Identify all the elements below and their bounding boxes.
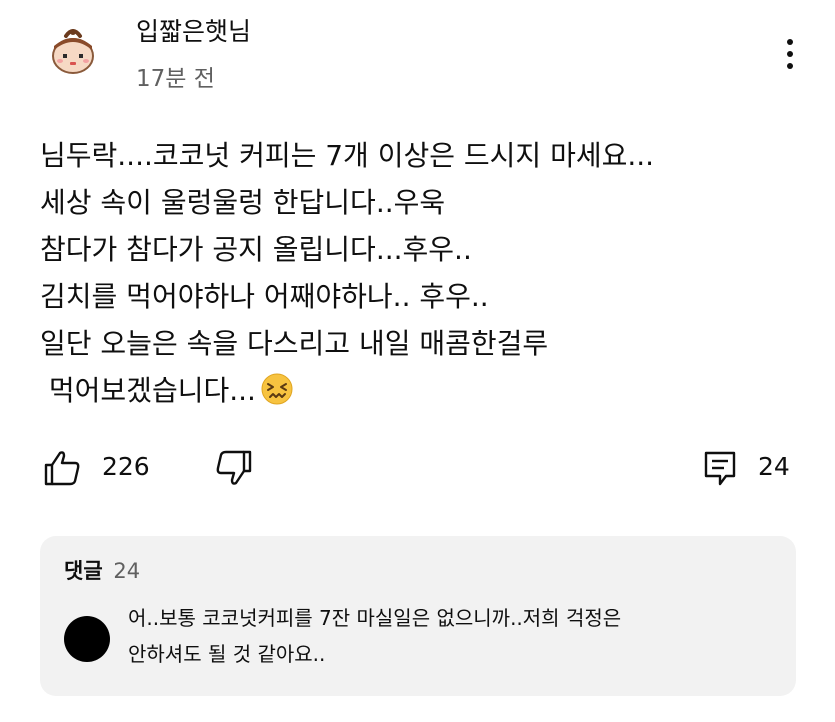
more-vertical-icon xyxy=(787,39,793,69)
replies-preview[interactable]: 댓글 24 어..보통 코코넛커피를 7잔 마실일은 없으니까..저희 걱정은 … xyxy=(40,536,796,696)
thumbs-up-icon xyxy=(44,451,80,486)
replies-header: 댓글 24 xyxy=(64,556,140,586)
post-body: 님두락....코코넛 커피는 7개 이상은 드시지 마세요... 세상 속이 울… xyxy=(40,132,820,414)
cartoon-character-avatar-icon xyxy=(52,29,94,74)
reply-line: 안하셔도 될 것 같아요.. xyxy=(128,642,326,666)
confounded-face-emoji-icon xyxy=(260,372,294,420)
reply-button[interactable] xyxy=(700,448,740,488)
replies-count: 24 xyxy=(113,559,141,583)
post-timestamp: 17분 전 xyxy=(136,66,215,92)
top-reply-text: 어..보통 코코넛커피를 7잔 마실일은 없으니까..저희 걱정은 안하셔도 될… xyxy=(128,600,778,672)
post-line-text: 먹어보겠습니다... xyxy=(40,374,256,407)
dislike-button[interactable] xyxy=(214,448,254,488)
author-name[interactable]: 입짧은햇님 xyxy=(136,16,251,48)
post-line: 참다가 참다가 공지 올립니다...후우.. xyxy=(40,233,472,266)
channel-avatar[interactable] xyxy=(48,26,98,76)
community-post: 입짧은햇님 17분 전 님두락....코코넛 커피는 7개 이상은 드시지 마세… xyxy=(0,0,835,722)
thumbs-down-icon xyxy=(216,450,252,485)
post-line-last: 먹어보겠습니다... xyxy=(40,367,820,414)
more-options-button[interactable] xyxy=(772,34,808,74)
post-line: 일단 오늘은 속을 다스리고 내일 매콤한걸루 xyxy=(40,327,549,360)
reply-line: 어..보통 코코넛커피를 7잔 마실일은 없으니까..저희 걱정은 xyxy=(128,606,622,630)
reply-count: 24 xyxy=(758,452,790,481)
post-line: 김치를 먹어야하나 어째야하나.. 후우.. xyxy=(40,280,489,313)
like-button[interactable] xyxy=(42,448,82,488)
reply-avatar xyxy=(64,616,110,662)
post-line: 세상 속이 울렁울렁 한답니다..우욱 xyxy=(40,186,446,219)
like-count: 226 xyxy=(102,452,150,481)
comment-icon xyxy=(704,451,736,486)
replies-label: 댓글 xyxy=(64,559,103,583)
action-bar: 226 24 xyxy=(0,442,835,494)
post-line: 님두락....코코넛 커피는 7개 이상은 드시지 마세요... xyxy=(40,139,655,172)
